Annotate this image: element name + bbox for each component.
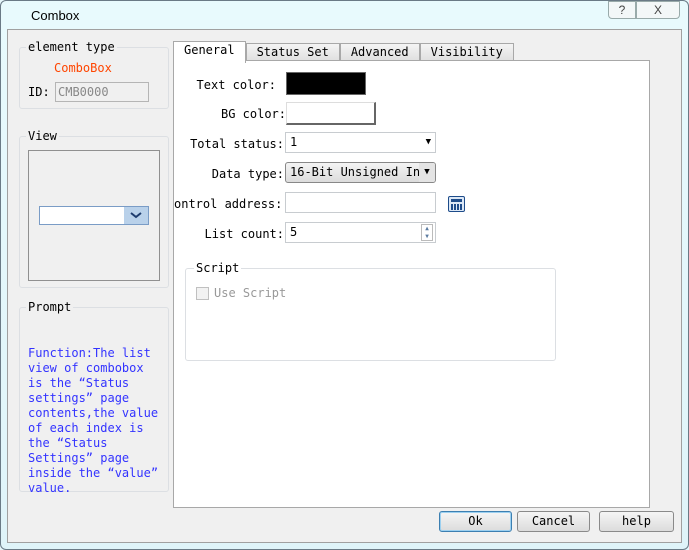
total-status-value: 1 bbox=[290, 135, 298, 149]
data-type-value: 16-Bit Unsigned In bbox=[290, 165, 421, 179]
prompt-group: Prompt Function:The list view of combobo… bbox=[19, 300, 169, 495]
total-status-label: Total status: bbox=[190, 137, 284, 151]
prompt-line: Settings” page bbox=[28, 451, 130, 465]
window-title: Combox bbox=[31, 8, 80, 23]
script-label: Script bbox=[194, 261, 242, 275]
chevron-down-icon bbox=[124, 207, 148, 224]
tab-general[interactable]: General bbox=[173, 41, 246, 63]
control-address-input[interactable] bbox=[285, 192, 436, 213]
cancel-button[interactable]: Cancel bbox=[517, 511, 590, 532]
text-color-label: Text color: bbox=[196, 78, 276, 92]
element-type-label: element type bbox=[26, 40, 117, 54]
preview-combobox bbox=[39, 206, 149, 225]
help-title-button[interactable]: ? bbox=[608, 1, 636, 19]
element-type-name: ComboBox bbox=[54, 61, 112, 75]
prompt-line: contents,the value bbox=[28, 406, 159, 420]
prompt-line: view of combobox bbox=[28, 361, 144, 375]
ok-button[interactable]: Ok bbox=[439, 511, 512, 532]
view-label: View bbox=[26, 129, 59, 143]
prompt-text: Function:The list view of combobox is th… bbox=[28, 346, 158, 496]
close-button[interactable]: X bbox=[636, 1, 680, 19]
element-type-group: element type ComboBox ID: CMB0000 bbox=[19, 40, 169, 109]
text-color-swatch[interactable] bbox=[286, 72, 366, 95]
id-field[interactable]: CMB0000 bbox=[55, 82, 149, 102]
list-count-spinner[interactable]: 5 ▲ ▼ bbox=[285, 222, 436, 243]
general-panel: Text color: BG color: Total status: 1 ▼ … bbox=[173, 60, 650, 508]
id-label: ID: bbox=[28, 85, 50, 99]
list-count-label: List count: bbox=[204, 227, 284, 241]
prompt-label: Prompt bbox=[26, 300, 74, 314]
use-script-label: Use Script bbox=[214, 286, 287, 300]
prompt-line: is the “Status bbox=[28, 376, 130, 390]
prompt-line: value. bbox=[28, 481, 72, 495]
prompt-line: settings” page bbox=[28, 391, 130, 405]
prompt-line: the “Status bbox=[28, 436, 108, 450]
use-script-checkbox[interactable] bbox=[196, 287, 209, 300]
close-icon: X bbox=[653, 3, 662, 17]
help-button[interactable]: help bbox=[599, 511, 674, 532]
view-preview bbox=[28, 150, 160, 281]
calculator-icon[interactable] bbox=[448, 196, 465, 212]
total-status-select[interactable]: 1 ▼ bbox=[285, 132, 436, 153]
view-group: View bbox=[19, 129, 169, 288]
script-group: Script Use Script bbox=[185, 261, 556, 361]
prompt-line: of each index is bbox=[28, 421, 144, 435]
prompt-line: inside the “value” bbox=[28, 466, 159, 480]
dropdown-arrow-icon: ▼ bbox=[425, 137, 431, 147]
data-type-label: Data type: bbox=[211, 167, 284, 181]
bg-color-label: BG color: bbox=[220, 107, 286, 121]
help-icon: ? bbox=[618, 3, 626, 17]
prompt-line: Function:The list bbox=[28, 346, 151, 360]
list-count-value: 5 bbox=[290, 225, 298, 239]
control-address-label: ontrol address: bbox=[174, 197, 283, 211]
dropdown-arrow-icon: ▼ bbox=[419, 163, 435, 182]
bg-color-swatch[interactable] bbox=[286, 102, 376, 125]
spinner-arrows-icon[interactable]: ▲ ▼ bbox=[421, 224, 433, 241]
data-type-select[interactable]: 16-Bit Unsigned In ▼ bbox=[285, 162, 436, 183]
